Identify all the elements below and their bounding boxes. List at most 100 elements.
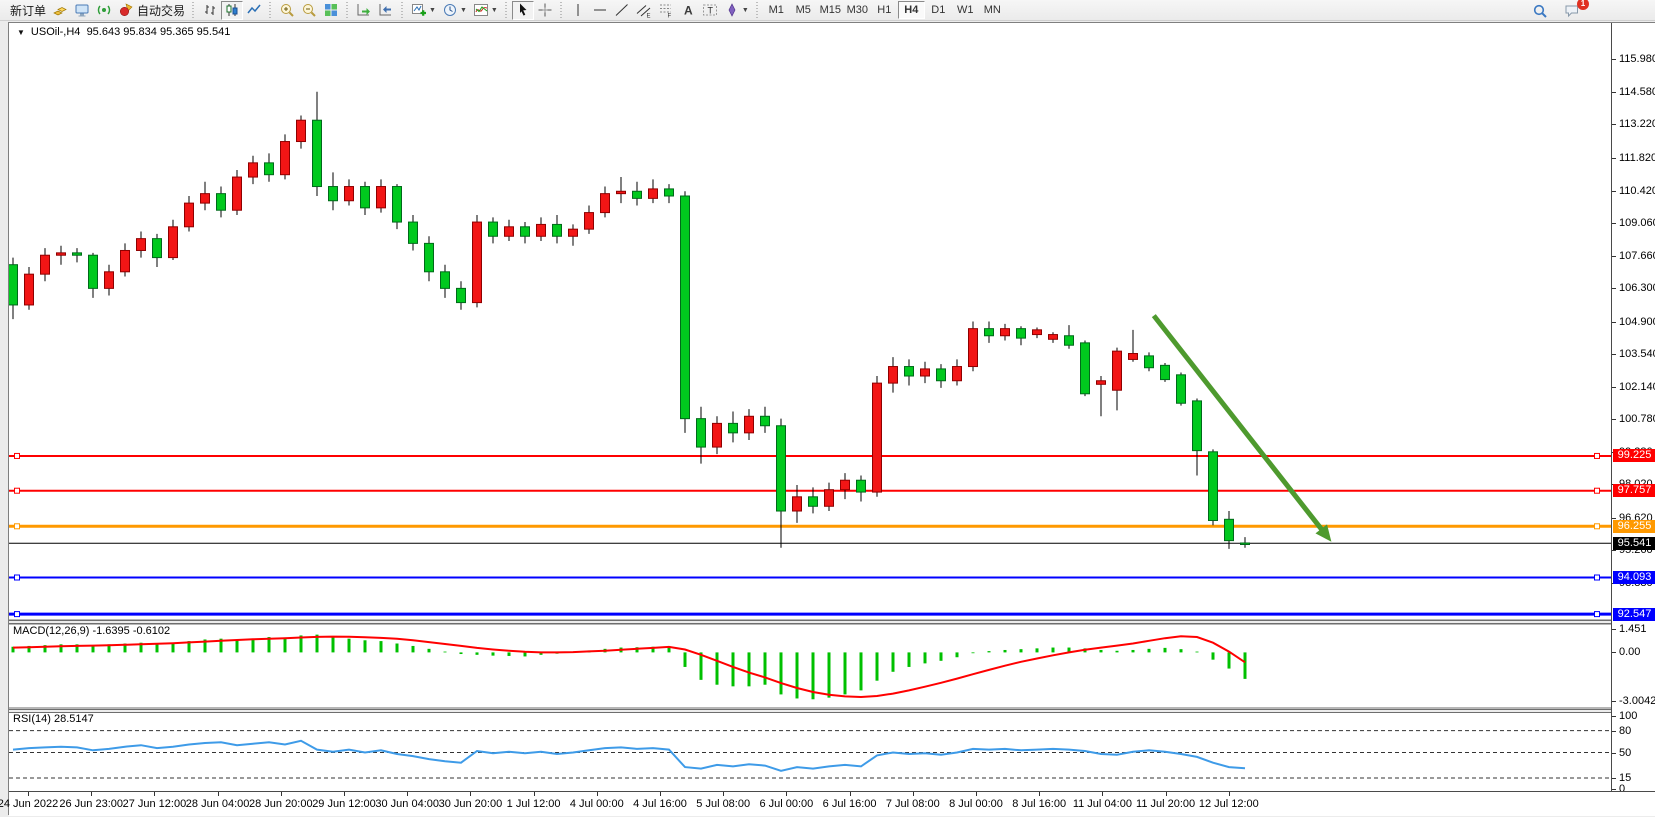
candle (153, 239, 162, 258)
time-tick-label: 1 Jul 12:00 (507, 798, 561, 810)
arrows-button[interactable]: ▼ (721, 1, 752, 20)
timeframe-h4-button[interactable]: H4 (898, 1, 925, 19)
time-tick-mark (1166, 792, 1167, 796)
new-chart-button[interactable]: ▼ (408, 1, 439, 20)
svg-text:A: A (684, 4, 693, 18)
chart-shift-button[interactable] (375, 1, 397, 20)
tile-icon (323, 2, 339, 18)
dropdown-arrow-icon[interactable]: ▼ (491, 7, 498, 14)
channel-icon: E (636, 2, 652, 18)
line-chart-button[interactable] (243, 1, 265, 20)
candle (745, 416, 754, 433)
trend-arrow[interactable] (1154, 316, 1323, 531)
level-handle[interactable] (15, 575, 20, 580)
time-axis[interactable]: 24 Jun 202226 Jun 23:0027 Jun 12:0028 Ju… (9, 791, 1655, 816)
price-tick-label: 115.980 (1619, 53, 1655, 65)
timeframe-m15-button[interactable]: M15 (817, 1, 844, 19)
tile-windows-button[interactable] (320, 1, 342, 20)
candlestick-chart-button[interactable] (221, 1, 243, 20)
level-handle[interactable] (1595, 488, 1600, 493)
fibonacci-button[interactable]: F (655, 1, 677, 20)
level-handle[interactable] (1595, 453, 1600, 458)
shapes-icon (724, 2, 740, 18)
new-order-button[interactable]: 新订单 (4, 1, 49, 20)
trend-icon (614, 2, 630, 18)
candle (569, 229, 578, 236)
terminal-icon[interactable] (71, 1, 93, 20)
timeframe-d1-button[interactable]: D1 (925, 1, 952, 19)
pane-splitter-rsi[interactable] (9, 709, 1611, 713)
horizontal-line-button[interactable] (589, 1, 611, 20)
candle (9, 265, 18, 305)
price-tick-mark (1612, 92, 1616, 93)
autotrading-button[interactable]: 自动交易 (115, 1, 188, 20)
zoom-out-button[interactable] (298, 1, 320, 20)
dropdown-arrow-icon[interactable]: ▼ (429, 7, 436, 14)
cursor-button[interactable] (512, 1, 534, 20)
timeframe-m5-button[interactable]: M5 (790, 1, 817, 19)
indicators-button[interactable]: ▼ (470, 1, 501, 20)
pc-icon (74, 2, 90, 18)
text-button[interactable]: A (677, 1, 699, 20)
trendline-button[interactable] (611, 1, 633, 20)
price-tick-label: 109.060 (1619, 217, 1655, 229)
level-handle[interactable] (15, 612, 20, 617)
level-handle[interactable] (1595, 524, 1600, 529)
timeframe-m30-button[interactable]: M30 (844, 1, 871, 19)
timeframe-mn-button[interactable]: MN (979, 1, 1006, 19)
collapse-arrow-icon[interactable]: ▼ (17, 28, 25, 37)
crosshair-button[interactable] (534, 1, 556, 20)
bar-chart-button[interactable] (199, 1, 221, 20)
bars-icon (202, 2, 218, 18)
rsi-tick-mark (1612, 731, 1616, 732)
time-tick-mark (1229, 792, 1230, 796)
level-handle[interactable] (15, 453, 20, 458)
text-label-button[interactable]: T (699, 1, 721, 20)
zoom-in-button[interactable] (276, 1, 298, 20)
candle (841, 480, 850, 489)
search-button[interactable] (1529, 1, 1551, 20)
time-tick-mark (1102, 792, 1103, 796)
time-tick-mark (91, 792, 92, 796)
candle (1145, 356, 1154, 368)
price-tick-mark (1612, 518, 1616, 519)
signals-icon[interactable] (93, 1, 115, 20)
symbol-label: USOil-,H4 (31, 26, 81, 38)
price-tick-mark (1612, 419, 1616, 420)
timeframe-w1-button[interactable]: W1 (952, 1, 979, 19)
vertical-line-button[interactable] (567, 1, 589, 20)
candle (89, 255, 98, 288)
candle (265, 163, 274, 175)
equidistant-channel-button[interactable]: E (633, 1, 655, 20)
candle (825, 490, 834, 507)
candle (137, 239, 146, 251)
auto-scroll-button[interactable] (353, 1, 375, 20)
macd-label: MACD(12,26,9) -1.6395 -0.6102 (13, 625, 170, 637)
macd-pane (13, 635, 1245, 700)
level-handle[interactable] (15, 488, 20, 493)
price-axis[interactable]: 115.980114.580113.220111.820110.420109.0… (1611, 23, 1655, 792)
main-toolbar: 新订单 自动交易 ▼ ▼ ▼ EFAT ▼ M1M5M15M30H1H4D1W1MN 1 (0, 0, 1655, 21)
timeframe-h1-button[interactable]: H1 (871, 1, 898, 19)
pane-splitter-macd[interactable] (9, 620, 1611, 624)
candle (1049, 335, 1058, 340)
dropdown-arrow-icon[interactable]: ▼ (460, 7, 467, 14)
toolbar-separator (400, 2, 405, 18)
notification-badge: 1 (1577, 0, 1589, 10)
label-icon: T (702, 2, 718, 18)
level-handle[interactable] (1595, 612, 1600, 617)
periods-button[interactable]: ▼ (439, 1, 470, 20)
price-tag-92.547: 92.547 (1613, 608, 1655, 621)
level-handle[interactable] (15, 524, 20, 529)
gold-bars-icon[interactable] (49, 1, 71, 20)
level-handle[interactable] (1595, 575, 1600, 580)
rsi-tick-mark (1612, 778, 1616, 779)
cross-icon (537, 2, 553, 18)
chart-canvas[interactable] (9, 23, 1611, 792)
candle (473, 222, 482, 303)
price-tick-mark (1612, 354, 1616, 355)
candle (457, 288, 466, 302)
notifications-button[interactable]: 1 (1561, 1, 1583, 20)
dropdown-arrow-icon[interactable]: ▼ (742, 7, 749, 14)
timeframe-m1-button[interactable]: M1 (763, 1, 790, 19)
